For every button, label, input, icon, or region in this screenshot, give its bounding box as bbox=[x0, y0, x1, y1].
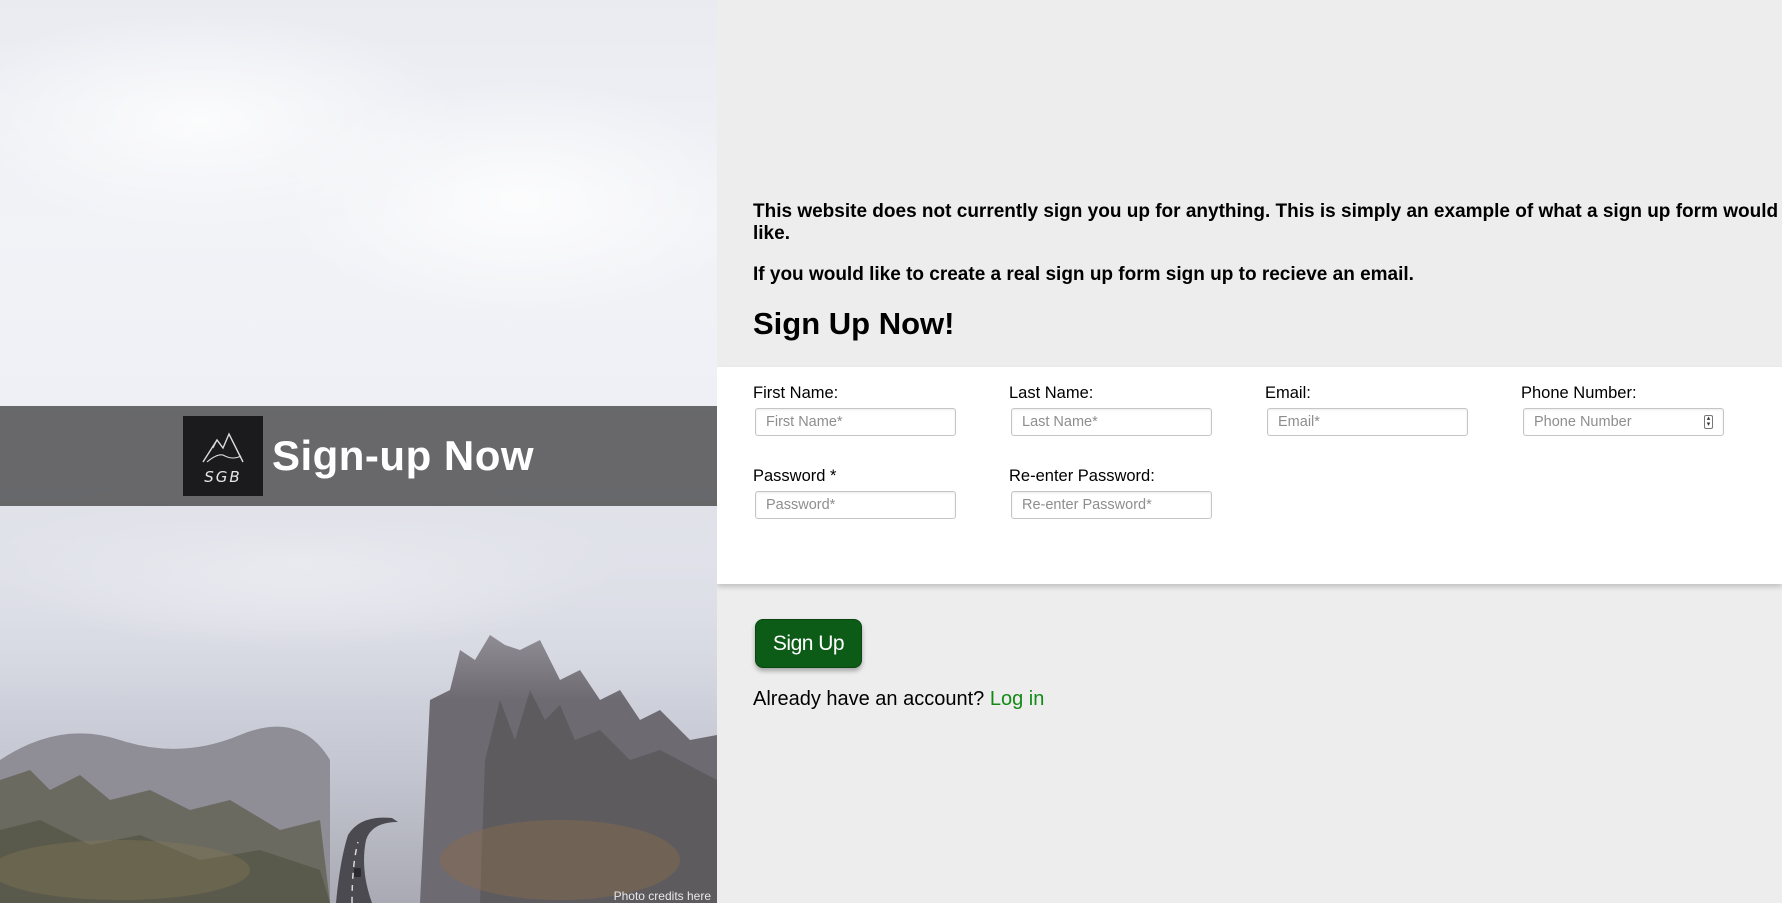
sgb-logo: SGB bbox=[182, 416, 263, 496]
intro-disclaimer: This website does not currently sign you… bbox=[753, 201, 1779, 244]
hero-banner: SGB Sign-up Now bbox=[0, 406, 717, 506]
reenter-password-label: Re-enter Password: bbox=[1009, 467, 1155, 485]
login-prompt: Already have an account? Log in bbox=[753, 688, 1044, 711]
form-heading: Sign Up Now! bbox=[753, 306, 955, 341]
email-group: Email: bbox=[1265, 384, 1468, 436]
phone-label: Phone Number: bbox=[1521, 384, 1637, 402]
last-name-group: Last Name: bbox=[1009, 384, 1212, 436]
phone-input[interactable] bbox=[1523, 408, 1724, 436]
password-label: Password * bbox=[753, 467, 837, 485]
email-label: Email: bbox=[1265, 384, 1311, 402]
reenter-password-group: Re-enter Password: bbox=[1009, 467, 1212, 519]
intro-email-note: If you would like to create a real sign … bbox=[753, 264, 1414, 285]
first-name-input[interactable] bbox=[755, 408, 956, 436]
last-name-input[interactable] bbox=[1011, 408, 1212, 436]
login-prompt-text: Already have an account? bbox=[753, 688, 985, 710]
logo-text: SGB bbox=[204, 468, 242, 486]
last-name-label: Last Name: bbox=[1009, 384, 1094, 402]
mountain-icon bbox=[202, 432, 244, 463]
signup-panel: This website does not currently sign you… bbox=[717, 0, 1784, 903]
reenter-password-input[interactable] bbox=[1011, 491, 1212, 519]
intro-text: This website does not currently sign you… bbox=[753, 201, 1784, 286]
password-group: Password * bbox=[753, 467, 956, 519]
password-input[interactable] bbox=[755, 491, 956, 519]
photo-credit: Photo credits here bbox=[613, 889, 711, 903]
log-in-link[interactable]: Log in bbox=[990, 688, 1045, 710]
signup-form: First Name: Last Name: Email: Phone Numb… bbox=[717, 367, 1782, 584]
first-name-label: First Name: bbox=[753, 384, 839, 402]
hero-image: SGB Sign-up Now Photo credits here bbox=[0, 0, 717, 903]
number-stepper-icon[interactable]: ▴ ▾ bbox=[1704, 415, 1713, 429]
phone-group: Phone Number: ▴▾ bbox=[1521, 384, 1724, 436]
sign-up-button[interactable]: Sign Up bbox=[755, 619, 862, 668]
first-name-group: First Name: bbox=[753, 384, 956, 436]
hero-title: Sign-up Now bbox=[271, 432, 535, 479]
email-input[interactable] bbox=[1267, 408, 1468, 436]
